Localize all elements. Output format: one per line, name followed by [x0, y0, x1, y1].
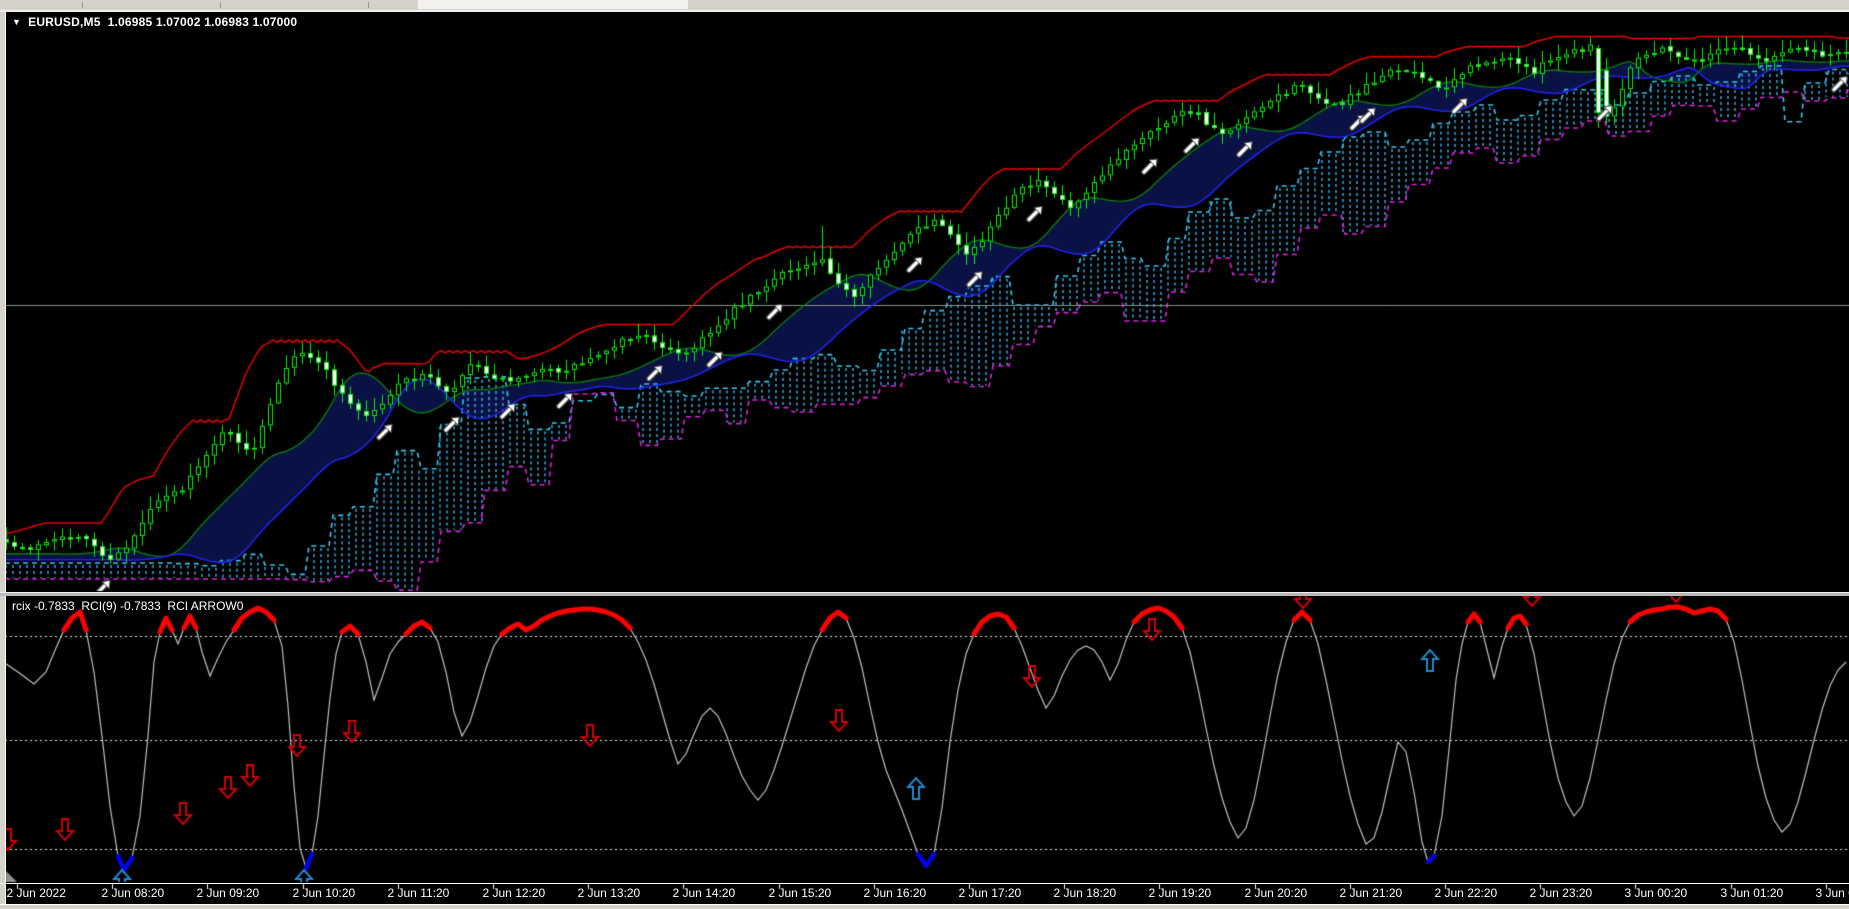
time-axis-label: 2 Jun 10:20: [292, 886, 356, 900]
time-axis-label: 2 Jun 22:20: [1434, 886, 1498, 900]
time-axis-label: 2 Jun 18:20: [1053, 886, 1117, 900]
chart-border-bottom: [0, 904, 1849, 909]
chart-expander-icon[interactable]: ▼: [12, 17, 21, 27]
time-axis-label: 2 Jun 14:20: [672, 886, 736, 900]
time-axis-label: 2 Jun 09:20: [196, 886, 260, 900]
time-axis-label: 2 Jun 19:20: [1148, 886, 1212, 900]
time-axis-label: 2 Jun 08:20: [101, 886, 165, 900]
time-axis-label: 2 Jun 15:20: [768, 886, 832, 900]
time-axis-label: 2 Jun 17:20: [958, 886, 1022, 900]
chart-border-left: [0, 12, 6, 904]
metatrader-chart-window: ▼ EURUSD,M5 1.06985 1.07002 1.06983 1.07…: [0, 0, 1849, 909]
time-axis-label: 3 Jun 01:20: [1720, 886, 1784, 900]
time-axis-label: 2 Jun 20:20: [1244, 886, 1308, 900]
time-axis[interactable]: 2 Jun 2022 2 Jun 08:20 2 Jun 09:20 2 Jun 10…: [0, 884, 1849, 904]
chart-ohlc-values: 1.06985 1.07002 1.06983 1.07000: [107, 15, 298, 29]
time-axis-label: 2 Jun 2022: [6, 886, 66, 900]
time-axis-label: 2 Jun 13:20: [577, 886, 641, 900]
chart-border-top: [0, 10, 1849, 12]
indicator-label: rcix -0.7833 RCI(9) -0.7833 RCI ARROW0: [12, 599, 244, 613]
time-axis-label: 3 Jun 02:20: [1815, 886, 1849, 900]
time-axis-label: 3 Jun 00:20: [1624, 886, 1688, 900]
time-axis-label: 2 Jun 16:20: [863, 886, 927, 900]
toolbar-field-edge: [418, 0, 688, 9]
toolbar-edge: [0, 0, 1849, 10]
time-axis-label: 2 Jun 23:20: [1529, 886, 1593, 900]
time-axis-label: 2 Jun 12:20: [482, 886, 546, 900]
subwindow-divider[interactable]: [0, 592, 1849, 596]
time-axis-label: 2 Jun 11:20: [387, 886, 450, 900]
chart-title: ▼ EURUSD,M5 1.06985 1.07002 1.06983 1.07…: [12, 15, 297, 29]
time-axis-label: 2 Jun 21:20: [1339, 886, 1403, 900]
chart-canvas[interactable]: [0, 0, 1849, 909]
chart-symbol-timeframe: EURUSD,M5: [28, 15, 101, 29]
